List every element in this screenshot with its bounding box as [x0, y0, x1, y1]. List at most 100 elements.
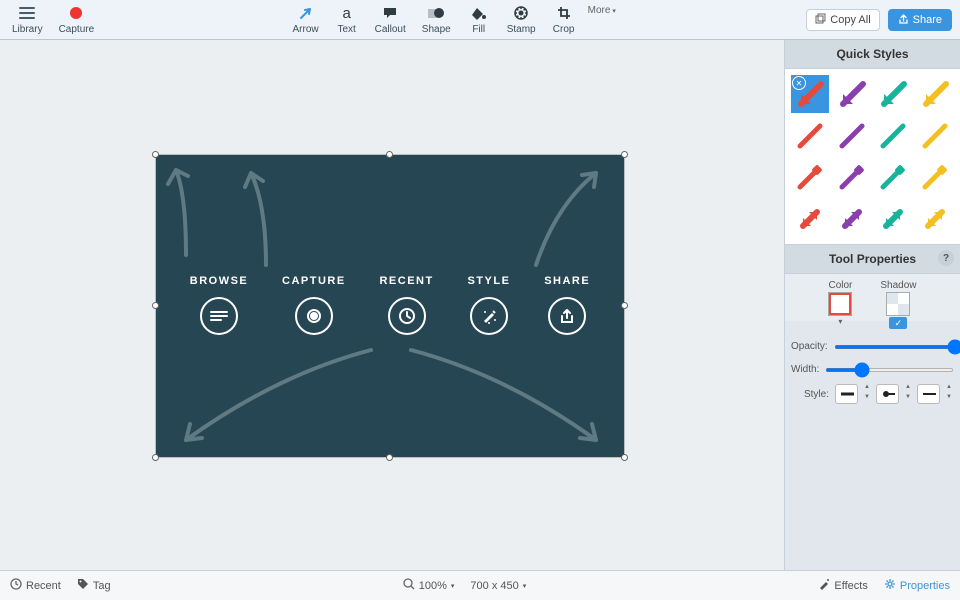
card-capture: CAPTURE: [282, 275, 346, 335]
gear-icon: [884, 578, 896, 593]
quick-style-7[interactable]: [916, 117, 954, 155]
dimensions-display[interactable]: 700 x 450 ▾: [470, 578, 526, 593]
quick-styles-title: Quick Styles: [785, 40, 960, 69]
record-icon: [64, 4, 88, 22]
card-row: BROWSE CAPTURE RECENT STYLE SHARE: [156, 275, 624, 335]
capture-button[interactable]: Capture: [55, 2, 99, 37]
tool-callout[interactable]: Callout: [371, 2, 410, 37]
canvas[interactable]: BROWSE CAPTURE RECENT STYLE SHARE: [0, 40, 784, 570]
color-swatch[interactable]: [829, 293, 851, 315]
recent-icon: [388, 297, 426, 335]
line-style-stepper[interactable]: ▲▼: [862, 384, 872, 404]
status-bar: Recent Tag 100% ▾ 700 x 450 ▾ Effects Pr…: [0, 570, 960, 600]
main-area: BROWSE CAPTURE RECENT STYLE SHARE: [0, 40, 960, 570]
recent-button[interactable]: Recent: [10, 578, 61, 593]
library-label: Library: [12, 24, 43, 35]
browse-icon: [200, 297, 238, 335]
tool-shape[interactable]: Shape: [418, 2, 455, 37]
quick-styles-grid: [785, 69, 960, 244]
quick-style-10[interactable]: [875, 159, 913, 197]
color-shadow-row: Color Shadow ✓: [785, 274, 960, 321]
card-share: SHARE: [544, 275, 590, 335]
card-recent: RECENT: [379, 275, 433, 335]
clock-icon: [10, 578, 22, 593]
shape-tool-icon: [424, 4, 448, 22]
help-icon[interactable]: ?: [938, 250, 954, 266]
tool-arrow[interactable]: Arrow: [289, 2, 323, 37]
width-row: Width:: [785, 358, 960, 381]
fill-tool-icon: [467, 4, 491, 22]
quick-style-4[interactable]: [791, 117, 829, 155]
copy-all-button[interactable]: Copy All: [806, 9, 879, 31]
quick-style-11[interactable]: [916, 159, 954, 197]
tool-text[interactable]: a Text: [331, 2, 363, 37]
end-tip-select[interactable]: [917, 384, 940, 404]
arrow-tool-icon: [294, 4, 318, 22]
shadow-swatch[interactable]: ✓: [887, 293, 909, 315]
share-out-icon: [548, 297, 586, 335]
resize-handle[interactable]: [152, 302, 159, 309]
opacity-row: Opacity:: [785, 335, 960, 358]
chevron-down-icon: ▾: [451, 582, 455, 590]
resize-handle[interactable]: [386, 454, 393, 461]
color-picker[interactable]: Color: [828, 280, 852, 315]
effects-button[interactable]: Effects: [818, 578, 867, 593]
resize-handle[interactable]: [621, 302, 628, 309]
tool-stamp[interactable]: Stamp: [503, 2, 540, 37]
capture-icon: [295, 297, 333, 335]
quick-style-6[interactable]: [875, 117, 913, 155]
share-icon: [898, 13, 909, 27]
width-slider[interactable]: [825, 368, 954, 372]
style-icon: [470, 297, 508, 335]
zoom-control[interactable]: 100% ▾: [403, 578, 455, 593]
tool-fill[interactable]: Fill: [463, 2, 495, 37]
toolbar-left: Library Capture: [8, 2, 98, 37]
check-icon: ✓: [889, 317, 907, 329]
quick-style-9[interactable]: [833, 159, 871, 197]
chevron-down-icon: ▾: [523, 582, 527, 590]
zoom-icon: [403, 578, 415, 593]
share-button[interactable]: Share: [888, 9, 952, 31]
selected-image[interactable]: BROWSE CAPTURE RECENT STYLE SHARE: [156, 155, 624, 457]
resize-handle[interactable]: [152, 454, 159, 461]
end-start-select[interactable]: [876, 384, 899, 404]
toolbar-center: Arrow a Text Callout Shape Fill Stamp Cr…: [98, 2, 806, 37]
tag-icon: [77, 578, 89, 593]
quick-style-5[interactable]: [833, 117, 871, 155]
end-start-stepper[interactable]: ▲▼: [903, 384, 913, 404]
tool-crop[interactable]: Crop: [548, 2, 580, 37]
more-tools[interactable]: More▾: [588, 2, 616, 16]
stamp-tool-icon: [509, 4, 533, 22]
quick-style-12[interactable]: [791, 200, 829, 238]
resize-handle[interactable]: [152, 151, 159, 158]
quick-style-14[interactable]: [875, 200, 913, 238]
card-style: STYLE: [467, 275, 510, 335]
quick-style-8[interactable]: [791, 159, 829, 197]
end-tip-stepper[interactable]: ▲▼: [944, 384, 954, 404]
card-browse: BROWSE: [190, 275, 249, 335]
quick-style-13[interactable]: [833, 200, 871, 238]
quick-style-15[interactable]: [916, 200, 954, 238]
tag-button[interactable]: Tag: [77, 578, 111, 593]
library-button[interactable]: Library: [8, 2, 47, 37]
wand-icon: [818, 578, 830, 593]
resize-handle[interactable]: [621, 454, 628, 461]
right-panel: Quick Styles Tool Properties ? Color Sha…: [784, 40, 960, 570]
properties-button[interactable]: Properties: [884, 578, 950, 593]
crop-tool-icon: [552, 4, 576, 22]
capture-label: Capture: [59, 24, 95, 35]
opacity-slider[interactable]: [834, 345, 960, 349]
top-toolbar: Library Capture Arrow a Text Callout Sha…: [0, 0, 960, 40]
text-tool-icon: a: [335, 4, 359, 22]
quick-style-3[interactable]: [916, 75, 954, 113]
quick-style-0[interactable]: [791, 75, 829, 113]
resize-handle[interactable]: [386, 151, 393, 158]
copy-icon: [815, 13, 826, 27]
quick-style-1[interactable]: [833, 75, 871, 113]
quick-style-2[interactable]: [875, 75, 913, 113]
style-row: Style: ▲▼ ▲▼ ▲▼: [785, 381, 960, 407]
tool-properties-title: Tool Properties ?: [785, 244, 960, 274]
shadow-toggle[interactable]: Shadow ✓: [880, 280, 916, 315]
resize-handle[interactable]: [621, 151, 628, 158]
line-style-select[interactable]: [835, 384, 858, 404]
